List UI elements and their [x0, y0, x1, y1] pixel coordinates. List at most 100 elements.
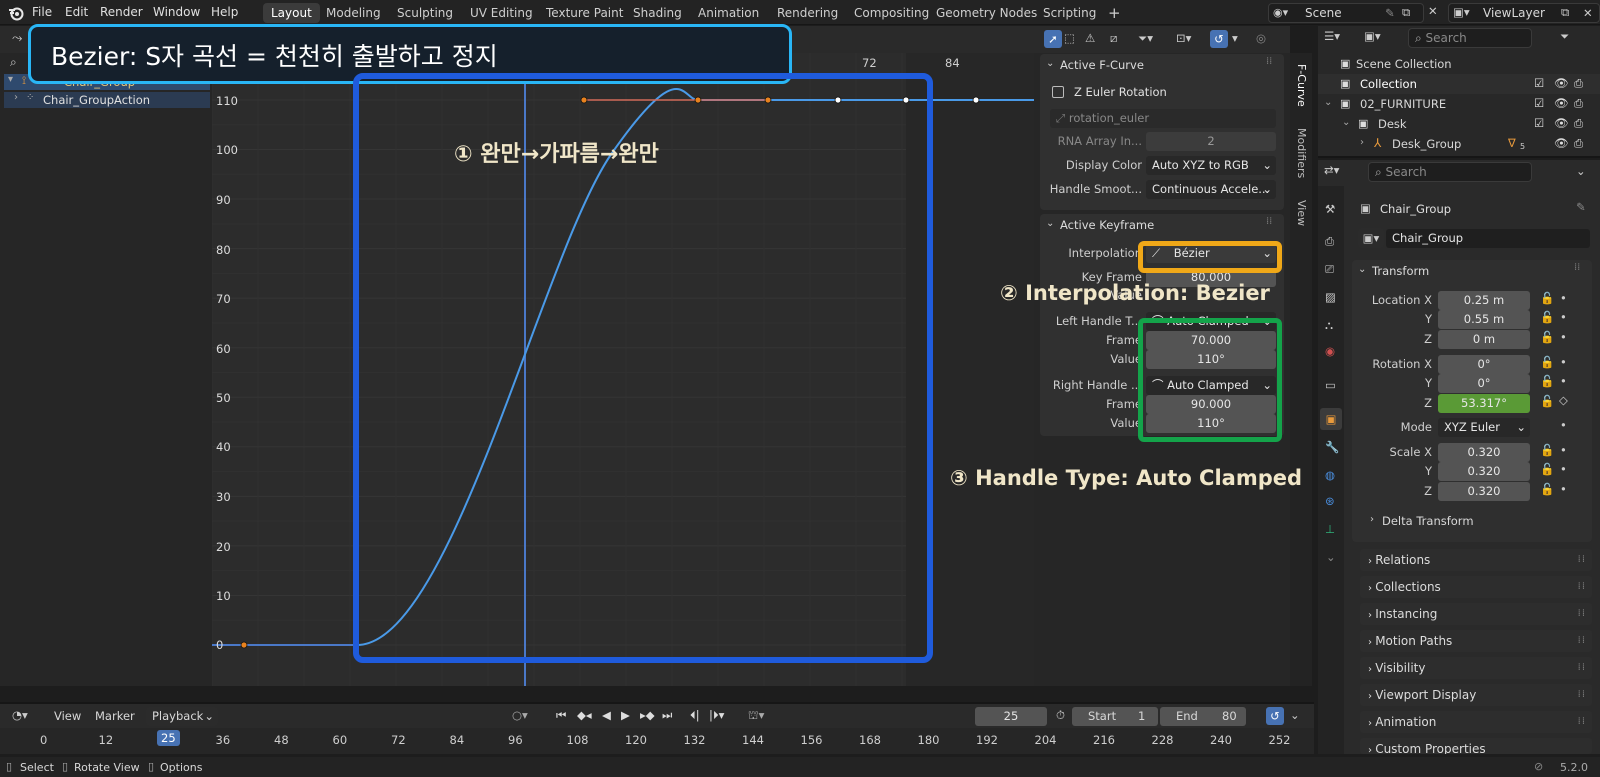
pin-icon[interactable]: ✎ — [1576, 200, 1586, 214]
outliner-editor-icon[interactable]: ☰▾ — [1324, 29, 1340, 43]
auto-key-icon[interactable]: ⛫▾ — [748, 708, 764, 724]
expand-arrow-icon[interactable]: › — [1370, 514, 1374, 525]
properties-editor-icon[interactable]: ⇄▾ — [1324, 163, 1339, 177]
timeline-view-menu[interactable]: View — [54, 709, 81, 723]
section-instancing[interactable]: › Instancing ⁞⁞ — [1360, 603, 1592, 625]
rotation-y-field[interactable]: 0° — [1438, 374, 1530, 393]
keyframe-dot-icon[interactable]: • — [1560, 482, 1567, 496]
eye-icon[interactable]: 👁 — [1554, 116, 1569, 130]
section-relations[interactable]: › Relations ⁞⁞ — [1360, 549, 1592, 571]
auto-snap-button[interactable]: ↺ — [1210, 30, 1228, 48]
lock-icon[interactable]: 🔓 — [1540, 291, 1554, 305]
world-icon[interactable]: ◉ — [1325, 344, 1335, 358]
tool-icon[interactable]: ⚒ — [1325, 202, 1335, 216]
end-frame-field[interactable]: End 80 — [1160, 707, 1246, 726]
outliner-search-input[interactable]: ⌕ Search — [1408, 28, 1532, 48]
location-z-field[interactable]: 0 m — [1438, 330, 1530, 349]
location-y-field[interactable]: 0.55 m — [1438, 310, 1530, 329]
transform-title[interactable]: Transform — [1372, 264, 1429, 278]
collection-icon[interactable]: ▭ — [1325, 378, 1336, 392]
handle-smoothing-dropdown[interactable]: Continuous Accele... ⌄ — [1146, 180, 1276, 199]
keyframe-dot-icon[interactable]: • — [1560, 355, 1567, 369]
collapse-arrow-icon[interactable]: ⌄ — [1046, 58, 1054, 69]
tab-layout[interactable]: Layout — [263, 3, 320, 23]
object-properties-icon[interactable]: ▣ — [1320, 408, 1342, 430]
scene-selector[interactable]: ◉▾ Scene ✎ ⧉ — [1268, 3, 1424, 23]
section-visibility[interactable]: › Visibility ⁞⁞ — [1360, 657, 1592, 679]
proportional-edit-icon[interactable]: ◎ — [1256, 31, 1266, 45]
eye-icon[interactable]: 👁 — [1554, 76, 1569, 90]
start-frame-field[interactable]: Start 1 — [1072, 707, 1158, 726]
pin-icon[interactable]: ✎ — [1385, 6, 1395, 20]
keyframe-dot-icon[interactable]: • — [1560, 443, 1567, 457]
lock-icon[interactable]: 🔓 — [1540, 443, 1554, 457]
drag-handle-icon[interactable]: ⁞⁞ — [1266, 56, 1272, 67]
expand-arrow-icon[interactable]: ▾ — [8, 74, 13, 85]
render-icon[interactable]: ⎙ — [1325, 234, 1334, 249]
camera-icon[interactable]: ⎙ — [1574, 76, 1583, 91]
keyframe-dot-icon[interactable]: • — [1560, 291, 1567, 305]
tab-compositing[interactable]: Compositing — [846, 3, 937, 23]
menu-file[interactable]: File — [32, 5, 52, 19]
output-icon[interactable]: ⎚ — [1325, 262, 1334, 277]
timeline-editor-icon[interactable]: ◔▾ — [12, 708, 28, 722]
view-layer-selector[interactable]: ▣▾ ViewLayer ⧉ ✕ — [1448, 3, 1600, 23]
checkbox-icon[interactable]: ☑ — [1534, 76, 1544, 90]
lock-icon[interactable]: 🔓 — [1540, 394, 1554, 408]
new-view-layer-icon[interactable]: ⧉ — [1561, 5, 1569, 20]
tab-shading[interactable]: Shading — [625, 3, 690, 23]
keyframe-point[interactable] — [972, 96, 980, 104]
camera-icon[interactable]: ⎙ — [1574, 116, 1583, 131]
new-scene-icon[interactable]: ⧉ — [1402, 5, 1410, 20]
section-animation[interactable]: › Animation ⁞⁞ — [1360, 711, 1592, 733]
play-reverse-icon[interactable]: ◀ — [602, 708, 611, 722]
expand-arrow-icon[interactable]: ⌄ — [1324, 97, 1332, 108]
display-color-dropdown[interactable]: Auto XYZ to RGB ⌄ — [1146, 156, 1276, 175]
tab-texture-paint[interactable]: Texture Paint — [538, 3, 631, 23]
tab-uv-editing[interactable]: UV Editing — [462, 3, 541, 23]
only-errors-icon[interactable]: ⚠ — [1085, 31, 1095, 45]
object-name-field[interactable]: Chair_Group — [1386, 229, 1590, 248]
fcurve-panel-title[interactable]: Active F-Curve — [1060, 58, 1144, 72]
modifiers-icon[interactable]: 🔧 — [1325, 440, 1339, 454]
camera-icon[interactable]: ⎙ — [1574, 136, 1583, 151]
playback-dropdown[interactable]: Playback ⌄ — [146, 707, 218, 726]
sync-button[interactable]: ↺ — [1266, 707, 1284, 725]
lock-icon[interactable]: 🔓 — [1540, 462, 1554, 476]
delta-transform-subpanel[interactable]: Delta Transform — [1382, 514, 1474, 528]
data-path-field[interactable]: ⤢ rotation_euler — [1050, 109, 1276, 128]
menu-help[interactable]: Help — [211, 5, 238, 19]
object-type-icon[interactable]: ▣▾ — [1358, 228, 1384, 248]
drag-handle-icon[interactable]: ⁞⁞ — [1574, 262, 1580, 273]
normalize-icon[interactable]: ⧄ — [1110, 31, 1117, 46]
eye-icon[interactable]: 👁 — [1554, 136, 1569, 150]
scale-x-field[interactable]: 0.320 — [1438, 443, 1530, 462]
only-selected-button[interactable]: ➚ — [1044, 30, 1062, 48]
rotation-mode-dropdown[interactable]: XYZ Euler ⌄ — [1438, 418, 1530, 437]
expand-arrow-icon[interactable]: › — [1360, 137, 1364, 148]
filter-icon[interactable]: ⏷▾ — [1138, 31, 1153, 46]
lock-icon[interactable]: 🔓 — [1540, 355, 1554, 369]
next-keyframe-icon[interactable]: ▸◆ — [640, 708, 655, 722]
rotation-x-field[interactable]: 0° — [1438, 355, 1530, 374]
add-workspace-button[interactable]: + — [1100, 3, 1129, 23]
keyframe-point[interactable] — [240, 641, 248, 649]
keyframe-diamond-icon[interactable]: ◇ — [1559, 393, 1568, 407]
blender-logo-icon[interactable] — [8, 5, 24, 21]
timeline-marker-menu[interactable]: Marker — [95, 709, 135, 723]
tab-rendering[interactable]: Rendering — [769, 3, 846, 23]
keyframe-panel-title[interactable]: Active Keyframe — [1060, 218, 1154, 232]
menu-edit[interactable]: Edit — [65, 5, 88, 19]
view-layer-icon[interactable]: ▨ — [1325, 290, 1336, 304]
expand-arrow-icon[interactable]: › — [14, 92, 18, 103]
location-x-field[interactable]: 0.25 m — [1438, 291, 1530, 310]
channel-search-icon[interactable]: ⌕ — [10, 55, 17, 70]
current-frame-field[interactable]: 25 — [975, 707, 1047, 726]
jump-end-icon[interactable]: ⏭ — [662, 708, 672, 723]
tab-modeling[interactable]: Modeling — [318, 3, 389, 23]
keyframe-dot-icon[interactable]: • — [1560, 330, 1567, 344]
prev-keyframe-icon[interactable]: ◆◂ — [577, 708, 592, 722]
tab-fcurve[interactable]: F-Curve — [1295, 64, 1308, 107]
jump-start-icon[interactable]: ⏮ — [556, 708, 566, 723]
section-custom-properties[interactable]: › Custom Properties — [1360, 738, 1592, 754]
